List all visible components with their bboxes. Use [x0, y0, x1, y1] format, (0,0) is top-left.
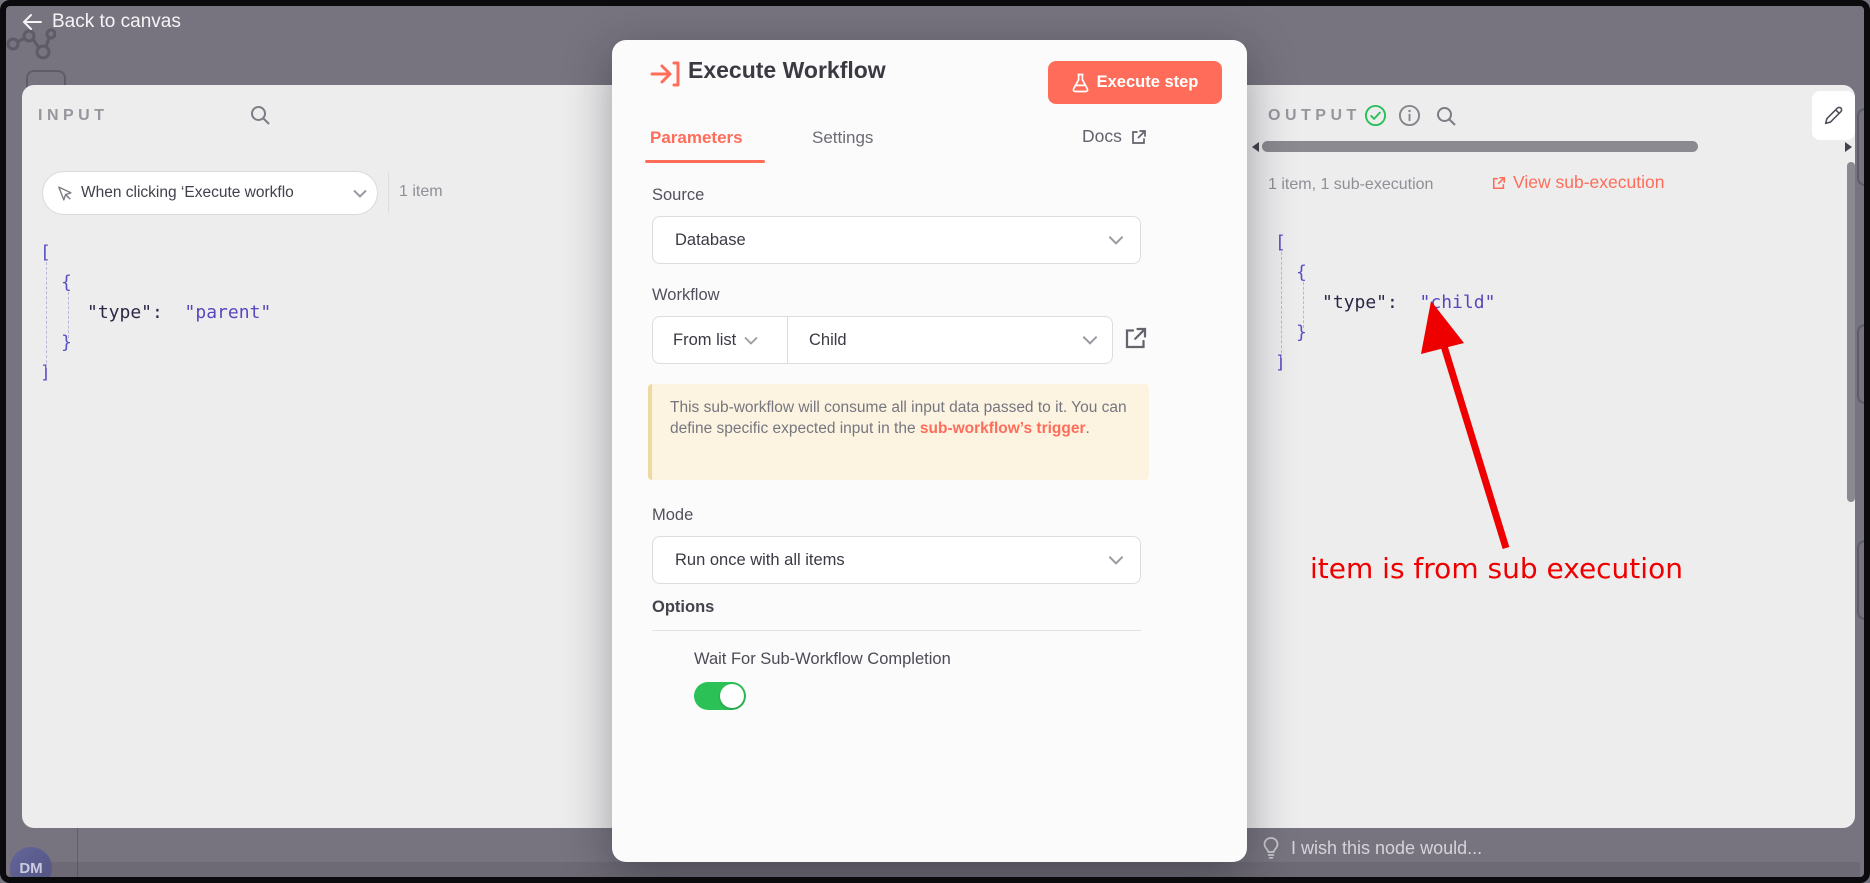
view-sub-execution-label: View sub-execution	[1513, 172, 1664, 193]
mode-field-label: Mode	[652, 506, 693, 525]
source-select[interactable]: Database	[652, 216, 1141, 264]
scroll-right-arrow[interactable]	[1845, 142, 1852, 152]
input-source-value: When clicking ‘Execute workflo	[81, 184, 345, 202]
info-icon[interactable]	[1398, 104, 1421, 127]
tab-settings[interactable]: Settings	[812, 128, 873, 148]
canvas-ghost-note	[1857, 108, 1870, 186]
chevron-down-icon	[1082, 335, 1098, 345]
node-feedback-label: I wish this node would...	[1291, 838, 1482, 859]
edit-output-button[interactable]	[1812, 91, 1855, 140]
chevron-down-icon	[1108, 235, 1124, 245]
divider	[388, 173, 389, 213]
workflow-select[interactable]: Child	[788, 317, 1112, 363]
execute-step-label: Execute step	[1097, 73, 1199, 92]
sub-workflow-trigger-link[interactable]: sub-workflow’s trigger	[920, 420, 1086, 437]
mode-select-value: Run once with all items	[675, 551, 1108, 570]
docs-label: Docs	[1082, 126, 1122, 147]
chevron-down-icon	[744, 336, 758, 345]
output-items-count: 1 item, 1 sub-execution	[1268, 176, 1433, 194]
wait-toggle[interactable]	[694, 682, 746, 710]
active-tab-underline	[645, 160, 765, 163]
user-avatar[interactable]: DM	[10, 847, 52, 883]
indent-guide	[68, 292, 69, 338]
pencil-icon	[1823, 105, 1844, 126]
view-sub-execution-link[interactable]: View sub-execution	[1492, 172, 1664, 193]
indent-guide	[1281, 252, 1282, 358]
back-to-canvas-label: Back to canvas	[52, 11, 181, 33]
output-json-view: [ { "type": "child" } ]	[1275, 228, 1495, 378]
external-link-icon	[1131, 129, 1147, 145]
options-section-label: Options	[652, 598, 714, 617]
open-workflow-icon[interactable]	[1124, 326, 1148, 350]
vertical-scrollbar[interactable]	[1847, 162, 1855, 502]
avatar-initials: DM	[19, 860, 42, 877]
tab-parameters[interactable]: Parameters	[650, 128, 743, 148]
chevron-down-icon	[1108, 555, 1124, 565]
indent-guide	[1303, 282, 1304, 328]
input-json-view: [ { "type": "parent" } ]	[40, 238, 271, 388]
source-field-label: Source	[652, 186, 704, 205]
json-value: "child"	[1420, 292, 1496, 313]
back-arrow-icon	[22, 13, 42, 31]
app-window: Back to canvas INPUT Schema Table JSON W…	[0, 0, 1870, 883]
output-search-icon[interactable]	[1434, 104, 1458, 128]
input-items-count: 1 item	[399, 183, 443, 201]
workflow-select-value: Child	[809, 331, 1082, 350]
input-search-icon[interactable]	[248, 103, 272, 127]
json-value: "parent"	[185, 302, 272, 323]
back-to-canvas-button[interactable]: Back to canvas	[22, 11, 181, 33]
lightbulb-icon	[1262, 836, 1280, 860]
docs-link[interactable]: Docs	[1082, 126, 1147, 147]
toggle-knob	[720, 684, 744, 708]
external-link-icon	[1492, 176, 1506, 190]
input-panel-title: INPUT	[38, 107, 109, 125]
sub-workflow-notice: This sub-workflow will consume all input…	[648, 384, 1149, 480]
execute-workflow-node-icon	[650, 60, 680, 88]
annotation-text: item is from sub execution	[1310, 552, 1683, 585]
horizontal-scrollbar[interactable]	[1262, 141, 1698, 152]
indent-guide	[46, 262, 47, 368]
cursor-icon	[56, 185, 73, 202]
workflow-field-label: Workflow	[652, 286, 720, 305]
workflow-field: From list Child	[652, 316, 1113, 364]
flask-icon	[1072, 73, 1089, 93]
workflow-mode-value: From list	[673, 331, 736, 350]
execute-step-button[interactable]: Execute step	[1048, 61, 1222, 104]
output-panel-title: OUTPUT	[1268, 107, 1361, 125]
chevron-down-icon	[353, 189, 367, 198]
wait-option-label: Wait For Sub-Workflow Completion	[694, 650, 951, 669]
json-key: "type":	[87, 302, 163, 323]
mode-select[interactable]: Run once with all items	[652, 536, 1141, 584]
scroll-left-arrow[interactable]	[1252, 142, 1259, 152]
source-select-value: Database	[675, 231, 1108, 250]
workflow-mode-select[interactable]: From list	[653, 317, 788, 363]
canvas-ghost-note	[1857, 540, 1870, 620]
canvas-ghost-note	[1857, 324, 1870, 404]
input-source-dropdown[interactable]: When clicking ‘Execute workflo	[42, 171, 378, 215]
canvas-edge-shadow	[10, 862, 1860, 878]
json-key: "type":	[1322, 292, 1398, 313]
divider	[652, 630, 1141, 631]
success-check-icon	[1364, 104, 1387, 127]
modal-title: Execute Workflow	[688, 57, 886, 84]
node-feedback-button[interactable]: I wish this node would...	[1262, 836, 1482, 860]
